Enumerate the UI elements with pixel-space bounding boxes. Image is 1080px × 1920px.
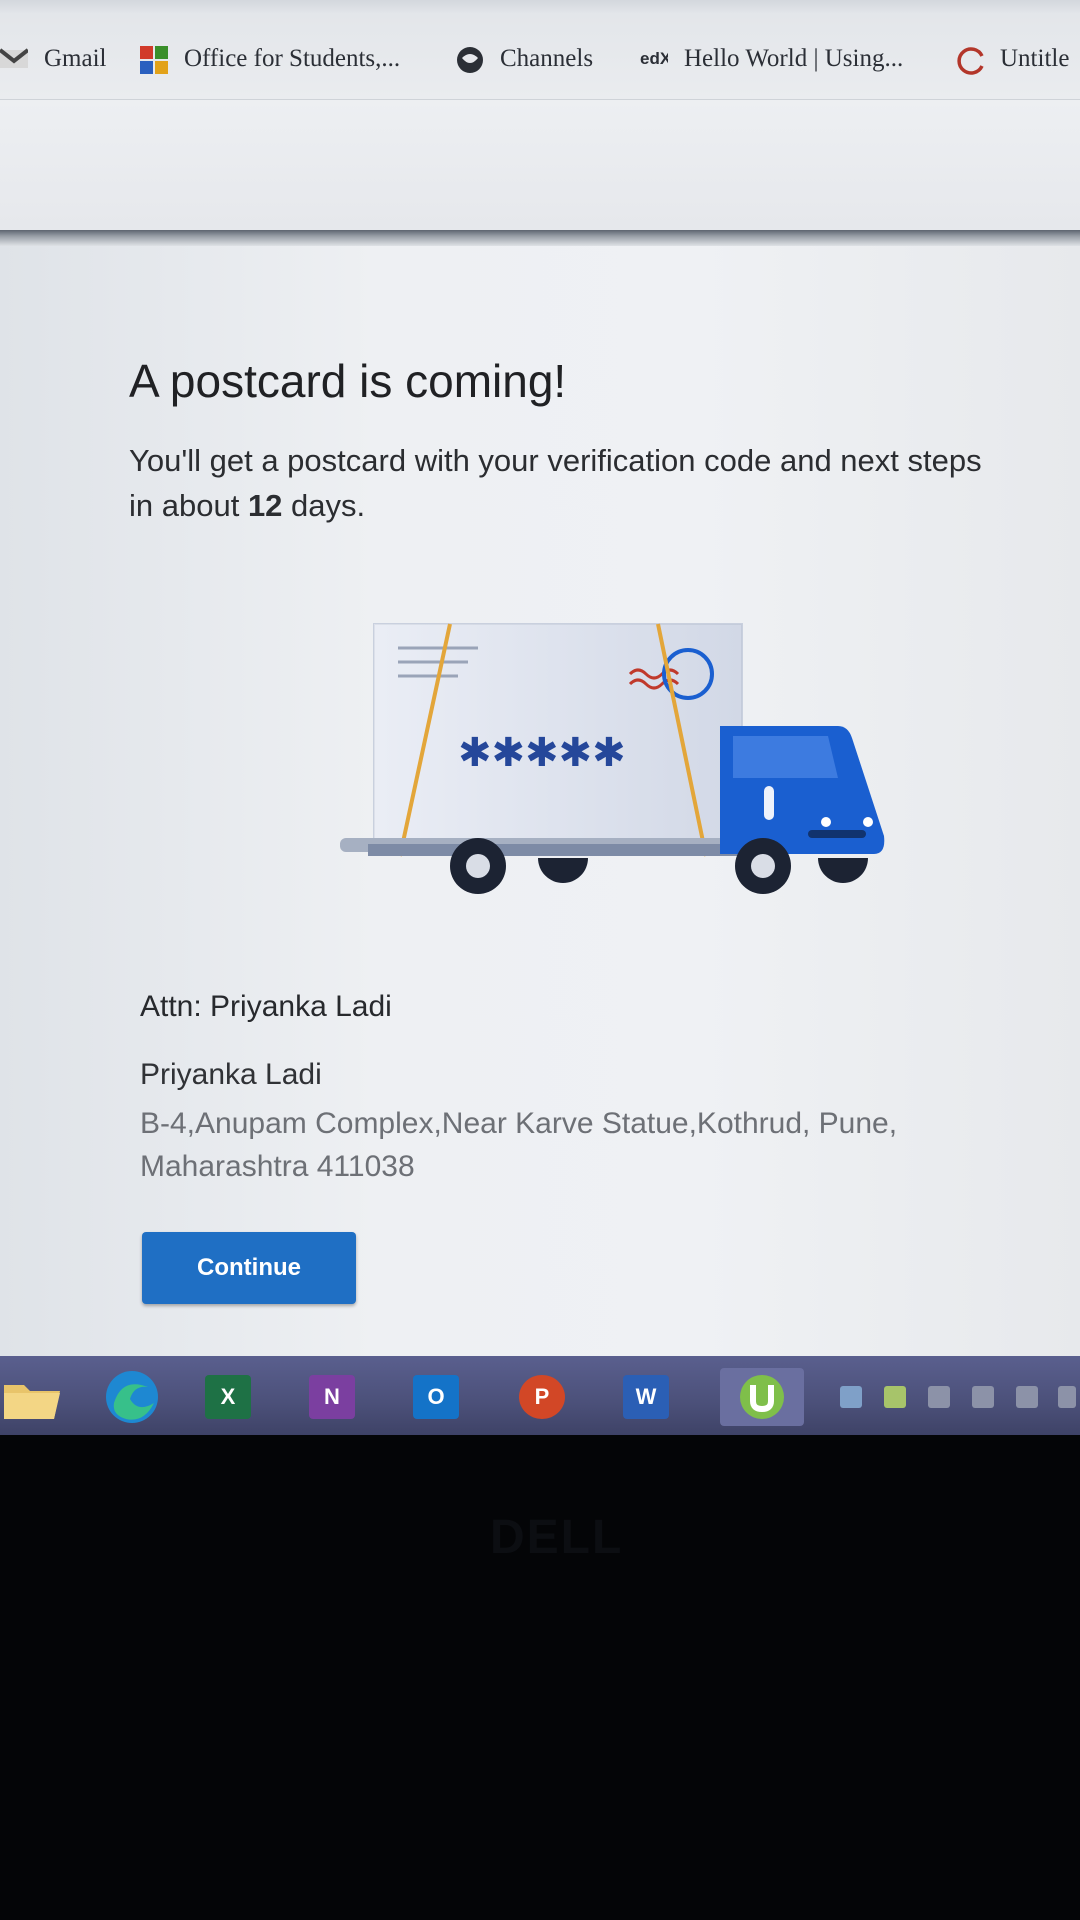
bookmarks-bar: Gmail Office for Students,... Channels e… xyxy=(0,0,1080,100)
bookmark-office[interactable]: Office for Students,... xyxy=(140,42,400,76)
gmail-icon xyxy=(0,46,30,72)
bookmark-label: Hello World | Using... xyxy=(684,45,904,72)
recipient-name: Priyanka Ladi xyxy=(140,1058,322,1091)
svg-text:✱✱✱✱✱: ✱✱✱✱✱ xyxy=(458,730,626,776)
edge-icon[interactable] xyxy=(100,1368,164,1426)
bookmark-label: Untitle xyxy=(1000,45,1070,72)
utorrent-icon[interactable] xyxy=(720,1368,804,1426)
edx-icon: edX xyxy=(640,46,672,72)
bookmark-label: Channels xyxy=(500,45,594,72)
word-icon[interactable]: W xyxy=(614,1368,678,1426)
onenote-icon[interactable]: N xyxy=(300,1368,364,1426)
bookmark-channels[interactable]: Channels xyxy=(456,42,593,76)
bookmark-label: Office for Students,... xyxy=(184,45,401,72)
powerpoint-icon[interactable]: P xyxy=(510,1368,574,1426)
office-icon xyxy=(140,46,168,74)
excel-icon[interactable]: X xyxy=(196,1368,260,1426)
bookmark-gmail[interactable]: Gmail xyxy=(0,42,107,76)
tray-icon-5[interactable] xyxy=(1016,1386,1038,1408)
tray-icon-4[interactable] xyxy=(972,1386,994,1408)
tray-icon-1[interactable] xyxy=(840,1386,862,1408)
loading-icon xyxy=(956,46,984,75)
toolbar-area xyxy=(0,100,1080,230)
monitor-screen: Gmail Office for Students,... Channels e… xyxy=(0,0,1080,1435)
attention-line: Attn: Priyanka Ladi xyxy=(140,990,392,1023)
continue-button[interactable]: Continue xyxy=(142,1232,356,1304)
bookmark-label: Gmail xyxy=(44,45,107,72)
dell-logo: DELL xyxy=(490,1511,624,1564)
page-subtitle: You'll get a postcard with your verifica… xyxy=(129,438,989,528)
page-divider xyxy=(0,230,1080,246)
delivery-days: 12 xyxy=(247,488,283,523)
tray-icon-2[interactable] xyxy=(884,1386,906,1408)
postcard-truck-icon: ✱✱✱✱✱ xyxy=(338,616,918,926)
channels-icon xyxy=(456,46,484,73)
outlook-icon[interactable]: O xyxy=(404,1368,468,1426)
tray-icon-3[interactable] xyxy=(928,1386,950,1408)
file-explorer-icon[interactable] xyxy=(0,1368,64,1426)
subtitle-suffix: days. xyxy=(282,488,366,523)
svg-text:edX: edX xyxy=(640,49,668,68)
tray-icon-6[interactable] xyxy=(1058,1386,1076,1408)
verification-page: A postcard is coming! You'll get a postc… xyxy=(0,246,1080,1356)
monitor-bezel xyxy=(0,1435,1080,1920)
taskbar: X N O P W xyxy=(0,1356,1080,1435)
recipient-address: B-4,Anupam Complex,Near Karve Statue,Kot… xyxy=(140,1107,898,1183)
page-title: A postcard is coming! xyxy=(129,355,567,407)
bookmark-hello-world[interactable]: edX Hello World | Using... xyxy=(640,42,903,76)
bookmark-untitled[interactable]: Untitle xyxy=(956,42,1069,76)
